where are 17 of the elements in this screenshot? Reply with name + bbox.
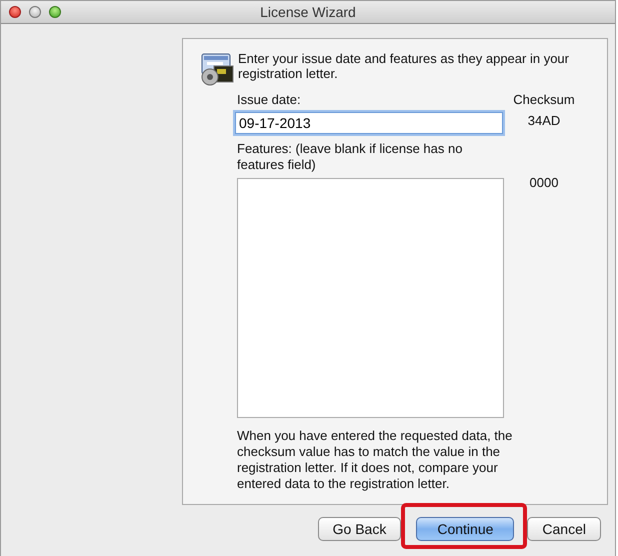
checksum-heading: Checksum — [512, 92, 576, 108]
issue-date-label: Issue date: — [237, 92, 302, 108]
certificate-lock-icon — [200, 52, 234, 86]
issue-date-field[interactable]: 09-17-2013 — [235, 112, 503, 134]
zoom-button[interactable] — [49, 6, 61, 18]
minimize-button[interactable] — [29, 6, 41, 18]
features-label: Features: (leave blank if license has no features field) — [237, 141, 464, 173]
checksum-value: 34AD — [526, 113, 562, 129]
instruction-text: Enter your issue date and features as they appear in your registration letter. — [238, 51, 570, 81]
close-button[interactable] — [9, 6, 21, 18]
note-text: When you have entered the requested data, the checksum value has to match the value in the registration letter. If it does not, compare your entered data to the registration letter. — [237, 428, 514, 492]
dialog-button[interactable]: Go Back — [318, 517, 402, 541]
dialog-button[interactable]: Cancel — [527, 517, 601, 541]
window-title: License Wizard — [260, 4, 356, 20]
continue-button[interactable]: Continue — [416, 517, 514, 541]
features-field[interactable] — [237, 178, 504, 418]
checksum-value: 0000 — [528, 174, 560, 191]
